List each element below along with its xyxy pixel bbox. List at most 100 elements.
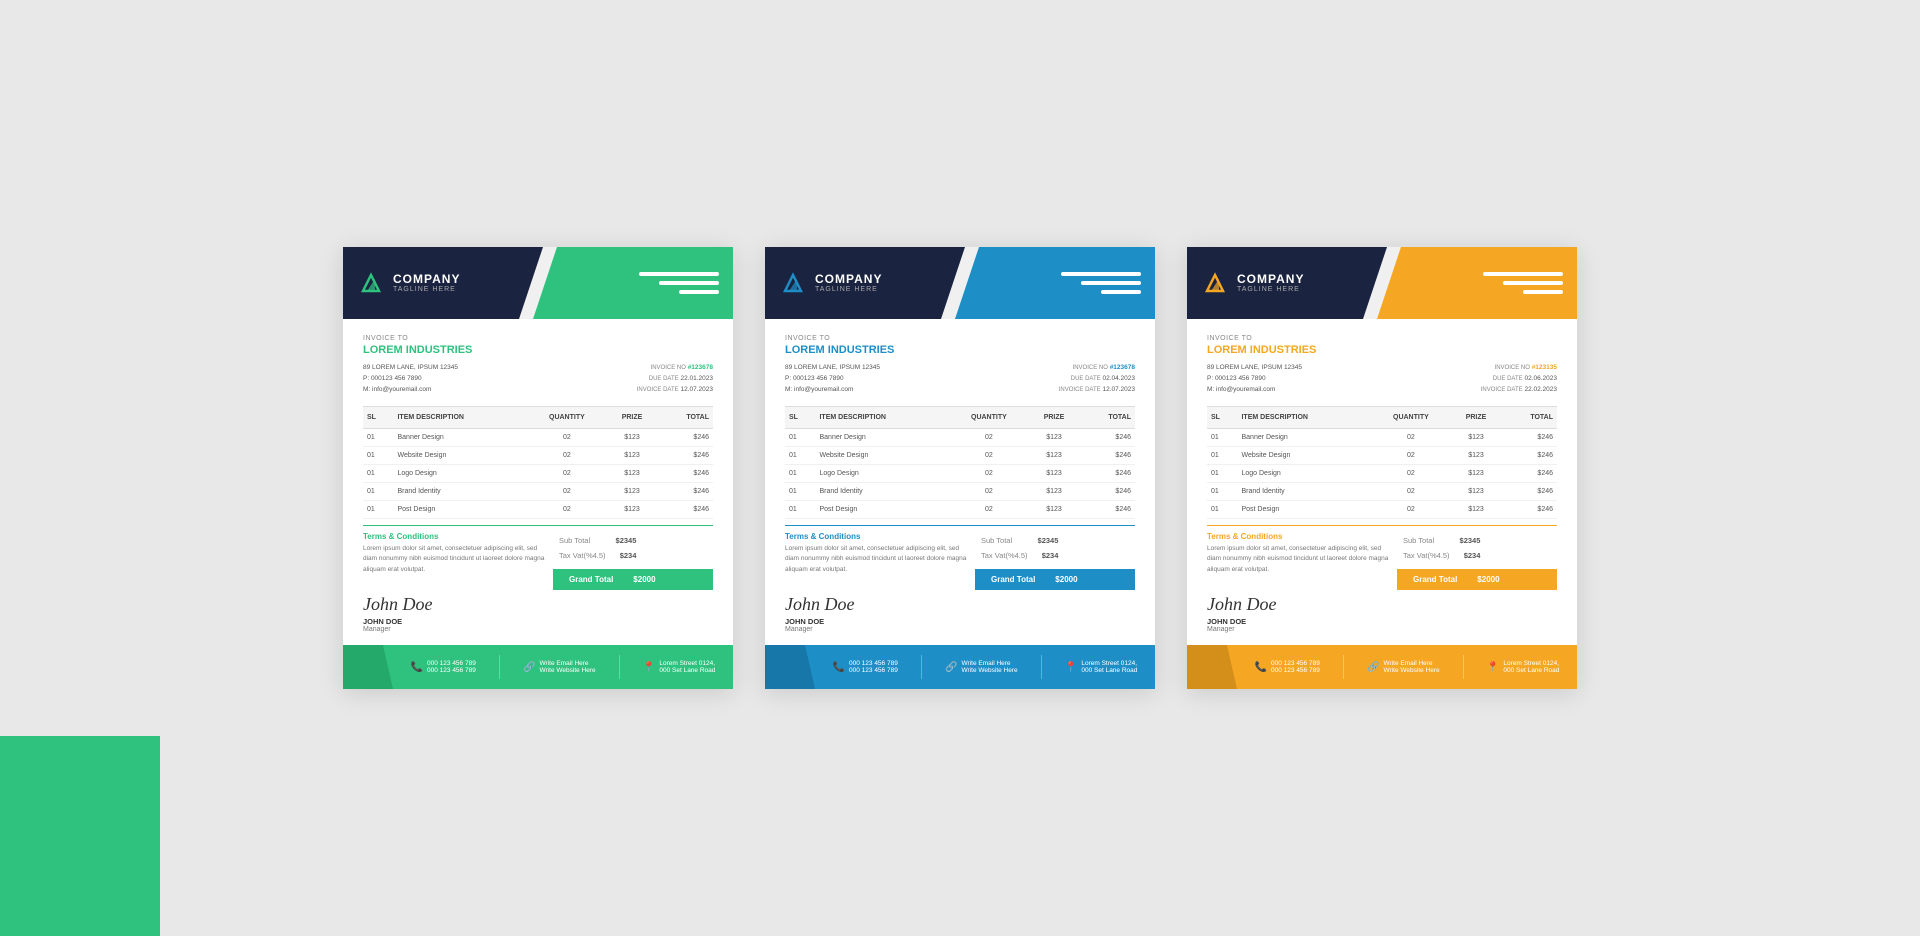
table-cell: 02 (528, 428, 607, 446)
table-cell: 02 (528, 500, 607, 518)
subtotal-value: $2345 (1456, 534, 1485, 547)
invoice-header: COMPANYTAGLINE HERE (1187, 247, 1577, 319)
invoice-footer: 📞 000 123 456 789 000 123 456 789🔗 Write… (1187, 645, 1577, 689)
footer-accent-left (1187, 645, 1237, 689)
table-cell: $123 (606, 500, 657, 518)
table-cell: 02 (528, 482, 607, 500)
company-info: COMPANYTAGLINE HERE (1237, 272, 1304, 293)
subtotal-row: Sub Total$2345 (977, 534, 1062, 547)
totals-block: Sub Total$2345 Tax Vat(%4.5)$234 Grand Tot… (975, 532, 1135, 590)
table-cell: 01 (785, 428, 815, 446)
tax-label: Tax Vat(%4.5) (555, 549, 610, 562)
table-cell: Website Design (1237, 446, 1371, 464)
footer-content: 📞 000 123 456 789 000 123 456 789🔗 Write… (393, 655, 733, 679)
footer-divider-2 (1041, 655, 1042, 679)
grand-total-button[interactable]: Grand Total$2000 (975, 569, 1135, 590)
table-row: 01Brand Identity02$123$246 (1207, 482, 1557, 500)
client-info-row: 89 LOREM LANE, IPSUM 12345P: 000123 456 … (1207, 362, 1557, 396)
table-cell: $246 (1080, 500, 1135, 518)
table-header-cell: QUANTITY (528, 406, 607, 428)
invoice-footer: 📞 000 123 456 789 000 123 456 789🔗 Write… (765, 645, 1155, 689)
table-cell: $246 (1080, 446, 1135, 464)
terms-title: Terms & Conditions (1207, 532, 1397, 541)
client-details: 89 LOREM LANE, IPSUM 12345P: 000123 456 … (785, 362, 880, 395)
table-cell: Logo Design (815, 464, 949, 482)
invoice-meta: INVOICE NO #123678 DUE DATE 02.04.2023 I… (1059, 362, 1135, 396)
header-line-1 (639, 272, 719, 276)
subtotal-row: Sub Total$2345 (1399, 534, 1484, 547)
totals-table: Sub Total$2345 Tax Vat(%4.5)$234 (975, 532, 1064, 564)
table-header-cell: SL (785, 406, 815, 428)
table-cell: 01 (363, 500, 393, 518)
table-header-cell: PRIZE (606, 406, 657, 428)
table-cell: Banner Design (815, 428, 949, 446)
table-cell: 02 (528, 464, 607, 482)
header-lines-block (965, 247, 1155, 319)
table-row: 01Website Design02$123$246 (785, 446, 1135, 464)
terms-title: Terms & Conditions (363, 532, 553, 541)
header-line-2 (1503, 281, 1563, 285)
table-cell: $246 (1502, 482, 1557, 500)
header-lines-block (1387, 247, 1577, 319)
grand-total-value: $2000 (1055, 575, 1077, 584)
tax-value: $234 (1456, 549, 1485, 562)
header-line-2 (1081, 281, 1141, 285)
table-header-cell: QUANTITY (950, 406, 1029, 428)
table-cell: Website Design (815, 446, 949, 464)
footer-divider-1 (499, 655, 500, 679)
footer-divider-1 (921, 655, 922, 679)
table-row: 01Logo Design02$123$246 (1207, 464, 1557, 482)
footer-email-text: Write Email Here Write Website Here (540, 660, 596, 674)
table-header-cell: ITEM DESCRIPTION (393, 406, 527, 428)
subtotal-value: $2345 (612, 534, 641, 547)
client-name: LOREM INDUSTRIES (363, 344, 713, 356)
phone-icon: 📞 (833, 662, 845, 673)
tax-value: $234 (1034, 549, 1063, 562)
terms-text: Lorem ipsum dolor sit amet, consectetuer… (1207, 544, 1397, 575)
invoice-to-label: INVOICE TO (363, 335, 713, 342)
table-cell: 01 (363, 464, 393, 482)
footer-phone-text: 000 123 456 789 000 123 456 789 (427, 660, 476, 674)
footer-phone-item: 📞 000 123 456 789 000 123 456 789 (833, 660, 898, 674)
terms-text: Lorem ipsum dolor sit amet, consectetuer… (785, 544, 975, 575)
subtotal-value: $2345 (1034, 534, 1063, 547)
signer-name: JOHN DOE (1207, 617, 1557, 626)
signature-block: John DoeJOHN DOEManager (1187, 594, 1577, 633)
table-divider (363, 525, 713, 527)
terms-block: Terms & ConditionsLorem ipsum dolor sit … (785, 532, 975, 575)
signature-block: John DoeJOHN DOEManager (343, 594, 733, 633)
corner-accent (0, 736, 160, 936)
email-icon: 🔗 (945, 662, 957, 673)
table-cell: 01 (1207, 482, 1237, 500)
client-name: LOREM INDUSTRIES (785, 344, 1135, 356)
grand-total-button[interactable]: Grand Total$2000 (1397, 569, 1557, 590)
header-line-1 (1483, 272, 1563, 276)
table-cell: $123 (1028, 464, 1079, 482)
client-info-row: 89 LOREM LANE, IPSUM 12345P: 000123 456 … (785, 362, 1135, 396)
table-cell: $246 (1080, 428, 1135, 446)
table-cell: $123 (606, 464, 657, 482)
table-row: 01Website Design02$123$246 (363, 446, 713, 464)
invoice-body: INVOICE TOLOREM INDUSTRIES89 LOREM LANE,… (1187, 319, 1577, 594)
table-row: 01Banner Design02$123$246 (1207, 428, 1557, 446)
phone-icon: 📞 (411, 662, 423, 673)
invoice-meta: INVOICE NO #123135 DUE DATE 02.06.2023 I… (1481, 362, 1557, 396)
grand-total-button[interactable]: Grand Total$2000 (553, 569, 713, 590)
invoices-container: COMPANYTAGLINE HEREINVOICE TOLOREM INDUS… (343, 247, 1577, 689)
tax-label: Tax Vat(%4.5) (1399, 549, 1454, 562)
header-decorative-lines (639, 272, 719, 294)
tax-row: Tax Vat(%4.5)$234 (977, 549, 1062, 562)
table-row: 01Website Design02$123$246 (1207, 446, 1557, 464)
invoice-table: SLITEM DESCRIPTIONQUANTITYPRIZETOTAL01Ba… (1207, 406, 1557, 519)
totals-table: Sub Total$2345Tax Vat(%4.5)$234 (553, 532, 642, 564)
table-header-cell: ITEM DESCRIPTION (815, 406, 949, 428)
footer-divider-2 (1463, 655, 1464, 679)
table-row: 01Logo Design02$123$246 (785, 464, 1135, 482)
table-cell: $123 (1450, 446, 1501, 464)
table-cell: $246 (1502, 464, 1557, 482)
table-header-cell: PRIZE (1028, 406, 1079, 428)
table-cell: Brand Identity (1237, 482, 1371, 500)
email-icon: 🔗 (1367, 662, 1379, 673)
client-details: 89 LOREM LANE, IPSUM 12345P: 000123 456 … (363, 362, 458, 395)
invoice-orange: COMPANYTAGLINE HERE INVOICE TOLOREM INDUS… (1187, 247, 1577, 689)
